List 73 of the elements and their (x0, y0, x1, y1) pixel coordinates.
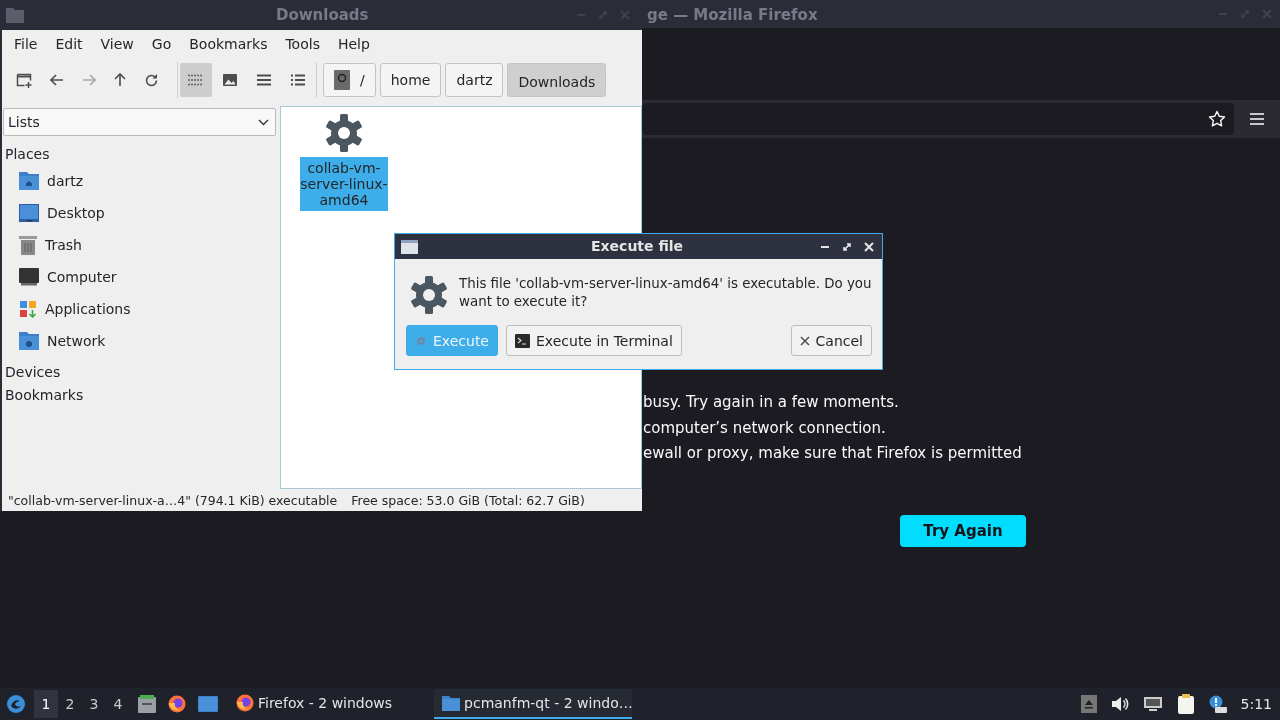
new-window-icon[interactable] (16, 72, 32, 88)
execute-in-terminal-button[interactable]: Execute in Terminal (506, 325, 682, 356)
folder-icon (442, 695, 461, 711)
status-text: "collab-vm-server-linux-a…4" (794.1 KiB) executable (8, 492, 338, 508)
menu-item[interactable]: File (12, 36, 48, 52)
reload-icon[interactable] (144, 72, 159, 88)
window-title: Downloads (276, 6, 369, 24)
menu-item[interactable]: Edit (53, 36, 93, 52)
network-folder-icon (19, 332, 39, 350)
error-text: busy. Try again in a few moments. (643, 392, 900, 413)
workspace-button[interactable]: 3 (82, 690, 106, 718)
place-item[interactable]: Trash (2, 229, 278, 261)
file-name[interactable]: collab-vm-server-linux-amd64 (300, 157, 388, 211)
cancel-button[interactable]: Cancel (790, 325, 872, 356)
place-item[interactable]: dartz (2, 165, 278, 197)
desktop-icon (19, 204, 39, 222)
place-item[interactable]: Desktop (2, 197, 278, 229)
menu-item[interactable]: View (98, 36, 144, 52)
list-icon (291, 74, 305, 86)
monitor-icon (19, 268, 39, 286)
free-space-text: Free space: 53.0 GiB (Total: 62.7 GiB) (351, 492, 585, 508)
section-heading[interactable]: Places (5, 143, 278, 165)
dialog-title: Execute file (591, 238, 684, 254)
path-button[interactable]: / (323, 63, 376, 97)
section-heading[interactable]: Bookmarks (5, 384, 278, 407)
clipboard-icon[interactable] (1176, 694, 1195, 714)
clock: 5:11 (1240, 696, 1272, 712)
window-icon (401, 239, 418, 254)
folder-icon (6, 7, 24, 23)
place-item[interactable]: Computer (2, 261, 278, 293)
file-manager-launcher-icon[interactable] (138, 695, 156, 713)
firefox-icon[interactable] (168, 695, 186, 713)
notification-icon[interactable] (1208, 695, 1227, 713)
path-button[interactable]: dartz (445, 63, 504, 97)
path-button[interactable]: home (379, 63, 442, 97)
place-item[interactable]: Applications (2, 293, 278, 325)
chevron-down-icon (258, 118, 269, 126)
grid-icon (188, 74, 204, 86)
menu-item[interactable]: Bookmarks (187, 36, 278, 52)
volume-icon[interactable] (1110, 696, 1129, 712)
up-icon[interactable] (114, 73, 126, 87)
taskbar-task[interactable]: Firefox - 2 windows (228, 689, 401, 719)
dialog-message: This file 'collab-vm-server-linux-amd64' is executable. Do you want to execute it? (459, 275, 872, 311)
trash-icon (19, 235, 37, 255)
error-text: ewall or proxy, make sure that Firefox is permitted (643, 443, 1023, 464)
drive-icon (334, 70, 350, 90)
terminal-icon (515, 333, 530, 348)
eject-icon[interactable] (1080, 695, 1097, 713)
side-pane-dropdown[interactable]: Lists (3, 108, 276, 136)
back-icon[interactable] (50, 74, 64, 86)
section-heading[interactable]: Devices (5, 361, 278, 384)
applications-icon (19, 300, 37, 318)
window-title: ge — Mozilla Firefox (647, 6, 818, 24)
menu-item[interactable]: Help (335, 36, 380, 52)
lines-icon (257, 74, 271, 86)
place-item[interactable]: Network (2, 325, 278, 357)
workspace-button[interactable]: 4 (106, 690, 130, 718)
star-icon[interactable] (1208, 110, 1226, 128)
taskbar-task[interactable]: pcmanfm-qt - 2 windo… (434, 689, 633, 719)
home-folder-icon (19, 172, 39, 190)
try-again-button[interactable]: Try Again (900, 515, 1026, 547)
close-icon (799, 335, 810, 346)
workspace-button[interactable]: 2 (58, 690, 82, 718)
error-text: computer’s network connection. (643, 417, 887, 439)
menu-item[interactable]: Go (149, 36, 182, 52)
menu-item[interactable]: Tools (283, 36, 330, 52)
start-menu-icon[interactable] (6, 694, 26, 714)
menu-icon[interactable] (1250, 113, 1264, 125)
path-button[interactable]: Downloads (507, 63, 607, 97)
network-icon[interactable] (1142, 696, 1163, 712)
workspace-button[interactable]: 1 (34, 690, 58, 718)
firefox-icon (236, 694, 254, 712)
image-icon (223, 74, 237, 86)
